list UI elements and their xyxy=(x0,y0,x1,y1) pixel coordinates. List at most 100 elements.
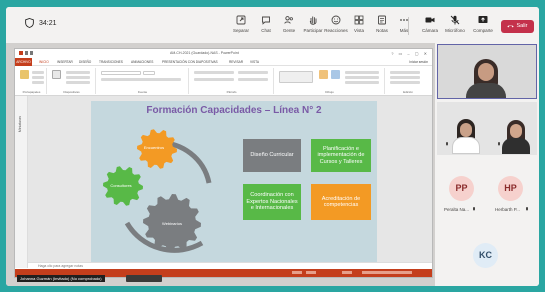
raise-hand-icon xyxy=(309,16,317,25)
view-zoom-controls[interactable] xyxy=(292,271,412,274)
leave-button[interactable]: Salir xyxy=(501,20,534,33)
phone-hangup-icon xyxy=(507,24,515,27)
slide-title: Formación Capacidades – Línea N° 2 xyxy=(146,105,322,116)
box-diseno-curricular: Diseño Curricular xyxy=(243,139,301,172)
select-button[interactable] xyxy=(390,81,420,84)
ribbon-tabs: ARCHIVO INICIO INSERTAR DISEÑO TRANSICIO… xyxy=(15,58,432,66)
reactions-icon xyxy=(331,15,341,25)
thumbnails-label: Miniaturas xyxy=(18,116,22,133)
avatar-kc[interactable]: KC xyxy=(473,243,498,268)
mic-off-icon xyxy=(446,142,448,146)
reset-button[interactable] xyxy=(66,76,90,79)
participant-body xyxy=(502,138,530,154)
ribbon-group-label: Párrafo xyxy=(226,90,237,94)
shapes-gallery[interactable] xyxy=(279,71,313,83)
microphone-icon xyxy=(450,15,460,25)
avatar-initials: KC xyxy=(479,250,492,260)
avatar-initials: PP xyxy=(455,183,468,193)
ribbon-group-paragraph: Párrafo xyxy=(190,68,274,94)
format-painter-button[interactable] xyxy=(32,81,44,84)
window-controls[interactable]: ? ▭ – ▢ ✕ xyxy=(391,51,429,56)
gears-diagram xyxy=(103,129,212,253)
section-button[interactable] xyxy=(66,81,90,84)
shape-fill-button[interactable] xyxy=(345,71,379,74)
smartart-button[interactable] xyxy=(238,78,268,81)
file-tab[interactable]: ARCHIVO xyxy=(15,58,32,66)
shape-effects-button[interactable] xyxy=(345,81,379,84)
avatar-initials: HP xyxy=(504,183,517,193)
tab-presentacion[interactable]: PRESENTACIÓN CON DIAPOSITIVAS xyxy=(162,60,218,64)
sign-in-link[interactable]: Iniciar sesión xyxy=(409,60,428,64)
box-planificacion: Planificación e implementación de Cursos… xyxy=(311,139,371,172)
cut-button[interactable] xyxy=(32,71,44,74)
notes-placeholder: Haga clic para agregar notas xyxy=(38,264,83,268)
participant-face xyxy=(510,124,522,138)
ribbon-group-editing: Edición xyxy=(386,68,430,94)
avatar-hp[interactable]: HP xyxy=(498,176,523,201)
font-format-buttons[interactable] xyxy=(101,78,181,81)
meeting-timer: 34:21 xyxy=(39,20,57,27)
box-coordinacion: Coordinación con Expertos Nacionales e I… xyxy=(243,184,301,220)
gear-label-consultores: Consultores xyxy=(110,183,132,188)
arrange-icon[interactable] xyxy=(319,70,328,79)
video-tile-2[interactable] xyxy=(437,102,537,155)
tab-vista[interactable]: VISTA xyxy=(250,60,259,64)
shared-screen: AM-CH-2021 (Guardado)-NAS - PowerPoint ?… xyxy=(6,43,435,286)
find-button[interactable] xyxy=(390,71,420,74)
gear-label-webinarios: Webinarios xyxy=(162,221,182,226)
copy-button[interactable] xyxy=(32,76,44,79)
font-size-select[interactable] xyxy=(143,71,155,75)
tab-transiciones[interactable]: TRANSICIONES xyxy=(99,60,123,64)
tab-inicio[interactable]: INICIO xyxy=(39,60,49,64)
tab-insertar[interactable]: INSERTAR xyxy=(57,60,73,64)
tab-animaciones[interactable]: ANIMACIONES xyxy=(131,60,153,64)
self-video-tile[interactable] xyxy=(437,44,537,99)
powerpoint-window: AM-CH-2021 (Guardado)-NAS - PowerPoint ?… xyxy=(14,48,433,278)
tab-revisar[interactable]: REVISAR xyxy=(229,60,243,64)
box-acreditacion: Acreditación de competencias xyxy=(311,184,371,220)
quick-styles-icon[interactable] xyxy=(331,70,340,79)
shield-icon xyxy=(25,18,34,28)
presenter-controls[interactable] xyxy=(126,275,162,282)
gear-label-encuentros: Encuentros xyxy=(143,145,165,150)
participant-name: Herbarth P... xyxy=(495,207,520,212)
participant-name: Peralta Na... xyxy=(444,207,470,212)
slide[interactable]: Formación Capacidades – Línea N° 2 Encue… xyxy=(91,101,377,262)
quick-access-toolbar[interactable] xyxy=(19,51,47,55)
participant-body xyxy=(466,83,506,98)
shape-outline-button[interactable] xyxy=(345,76,379,79)
ppt-window-title: AM-CH-2021 (Guardado)-NAS - PowerPoint xyxy=(170,51,239,55)
font-name-select[interactable] xyxy=(101,71,141,75)
slide-canvas: Formación Capacidades – Línea N° 2 Encue… xyxy=(28,96,432,262)
meeting-toolbar: 34:21 Separar Chat Gente Participar Reac… xyxy=(6,7,539,43)
align-buttons[interactable] xyxy=(194,78,234,81)
ribbon-group-label: Dibujo xyxy=(325,90,334,94)
ribbon-group-label: Edición xyxy=(403,90,413,94)
layout-button[interactable] xyxy=(66,71,90,74)
camera-icon xyxy=(425,17,435,23)
share-screen-icon xyxy=(478,16,488,23)
tab-diseno[interactable]: DISEÑO xyxy=(79,60,91,64)
notes-pane[interactable]: Haga clic para agregar notas xyxy=(28,262,432,269)
ribbon-group-label: Diapositivas xyxy=(63,90,80,94)
ribbon-group-clipboard: Portapapeles xyxy=(17,68,47,94)
toolbar-divider xyxy=(408,17,409,35)
new-slide-icon[interactable] xyxy=(52,70,61,79)
replace-button[interactable] xyxy=(390,76,420,79)
presenter-label: Johanna Guzmán (Invitado) (No comprobado… xyxy=(17,275,105,282)
list-buttons[interactable] xyxy=(194,71,234,74)
text-direction-button[interactable] xyxy=(238,71,268,74)
paste-icon[interactable] xyxy=(20,70,29,79)
avatar-pp[interactable]: PP xyxy=(449,176,474,201)
slide-thumbnails-pane[interactable]: Miniaturas xyxy=(15,96,28,268)
share-button[interactable]: Comparte xyxy=(466,12,500,40)
mic-off-icon xyxy=(473,207,475,211)
ribbon-group-drawing: Dibujo xyxy=(275,68,385,94)
participant-face xyxy=(478,63,494,81)
participant-face xyxy=(460,123,472,137)
ribbon-group-label: Portapapeles xyxy=(22,90,41,94)
mic-off-icon xyxy=(526,207,528,211)
separate-icon xyxy=(236,15,246,25)
ribbon: Portapapeles Diapositivas Fuente Párrafo… xyxy=(15,66,432,96)
ribbon-group-label: Fuente xyxy=(137,90,148,94)
